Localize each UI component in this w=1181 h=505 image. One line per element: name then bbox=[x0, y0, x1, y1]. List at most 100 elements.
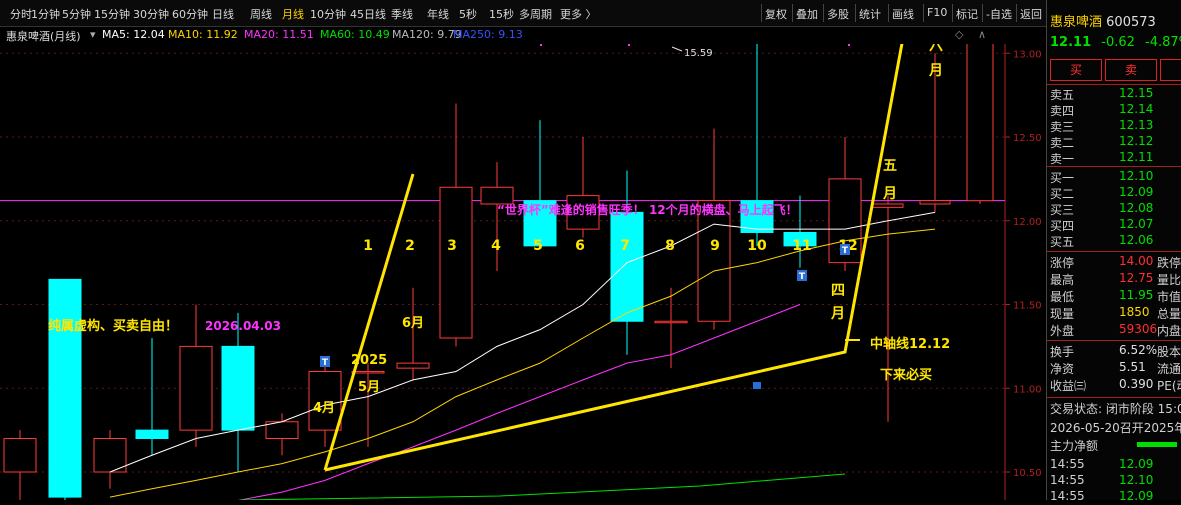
toolbar-divider bbox=[792, 4, 793, 22]
tab-period-11[interactable]: 季线 bbox=[391, 6, 413, 22]
label-wuyue-1: 五 bbox=[883, 158, 897, 174]
tab-period-14[interactable]: 15秒 bbox=[489, 6, 514, 22]
tick-row-1-label: 14:55 bbox=[1050, 473, 1085, 487]
tab-period-15[interactable]: 多周期 bbox=[519, 6, 552, 22]
label-6yue: 6月 bbox=[402, 316, 424, 331]
bid-row-4: 买五 12.06 bbox=[1047, 233, 1181, 249]
t-marker-letter: T bbox=[322, 358, 329, 368]
headline-text: “世界杯”难逢的销售旺季！ 12个月的横盘、马上起飞！ bbox=[497, 202, 798, 217]
tab-period-8[interactable]: 月线 bbox=[282, 6, 304, 22]
ask-row-1-value: 12.14 bbox=[1119, 102, 1154, 116]
tab-period-9[interactable]: 10分钟 bbox=[310, 6, 346, 22]
label-wuyue-2: 月 bbox=[882, 186, 897, 202]
buy-button[interactable]: 买 bbox=[1050, 59, 1102, 81]
toolbar-button-8[interactable]: 返回 bbox=[1020, 6, 1042, 22]
stat-row-2: 最低 11.95 市值 bbox=[1047, 288, 1181, 304]
toolbar-button-2[interactable]: 多股 bbox=[827, 6, 849, 22]
tab-period-7[interactable]: 周线 bbox=[250, 6, 272, 22]
candle-body-8 bbox=[351, 371, 385, 374]
stat2-row-1-label2: 流通 bbox=[1157, 362, 1181, 376]
candle-body-20 bbox=[872, 203, 904, 208]
bid-row-0: 买一 12.10 bbox=[1047, 169, 1181, 185]
label-liuyue-1: 六 bbox=[929, 44, 943, 54]
ask-row-0: 卖五 12.15 bbox=[1047, 86, 1181, 102]
label-5yue: 5月 bbox=[358, 380, 380, 395]
bid-row-3: 买四 12.07 bbox=[1047, 217, 1181, 233]
price-change-pct: -4.87% bbox=[1145, 35, 1181, 50]
price-change: -0.62 bbox=[1101, 35, 1135, 50]
tab-period-13[interactable]: 5秒 bbox=[459, 6, 477, 22]
ask-row-1-label: 卖四 bbox=[1050, 104, 1075, 118]
tab-period-10[interactable]: 45日线 bbox=[350, 6, 386, 22]
stat-row-1: 最高 12.75 量比 bbox=[1047, 271, 1181, 287]
stat2-row-2-label2: PE(动 bbox=[1157, 379, 1181, 393]
more-button[interactable] bbox=[1160, 59, 1181, 81]
toolbar-button-0[interactable]: 复权 bbox=[765, 6, 787, 22]
tick-row-0-value: 12.09 bbox=[1119, 457, 1154, 471]
toolbar-divider bbox=[923, 4, 924, 22]
marker-dot bbox=[540, 44, 542, 46]
toolbar-button-3[interactable]: 统计 bbox=[859, 6, 881, 22]
toolbar-divider bbox=[823, 4, 824, 22]
tab-period-4[interactable]: 30分钟 bbox=[133, 6, 169, 22]
stat-row-2-value: 11.95 bbox=[1119, 288, 1154, 302]
toolbar-button-5[interactable]: F10 bbox=[927, 6, 947, 19]
candle-body-1 bbox=[48, 278, 82, 498]
y-tick-label: 13.00 bbox=[1013, 49, 1042, 60]
toolbar-button-1[interactable]: 叠加 bbox=[796, 6, 818, 22]
toolbar-button-7[interactable]: -自选 bbox=[986, 6, 1012, 22]
trade-status: 交易状态: 闭市阶段 15:0 bbox=[1050, 402, 1181, 416]
label-siyue-1: 四 bbox=[831, 283, 845, 299]
diamond-icon[interactable]: ◇ bbox=[955, 28, 963, 41]
stat-row-0-label: 涨停 bbox=[1050, 256, 1075, 270]
candle-body-11 bbox=[480, 186, 514, 205]
month-number-8: 8 bbox=[665, 238, 675, 254]
divider bbox=[1047, 340, 1181, 341]
month-number-7: 7 bbox=[620, 238, 630, 254]
candle-body-0 bbox=[3, 438, 37, 473]
chart-title: 惠泉啤酒(月线) bbox=[6, 30, 81, 43]
ma-dropdown-icon[interactable]: ▾ bbox=[90, 28, 96, 41]
tab-period-5[interactable]: 60分钟 bbox=[172, 6, 208, 22]
stat-row-3-label: 现量 bbox=[1050, 307, 1075, 321]
bid-row-4-label: 买五 bbox=[1050, 235, 1075, 249]
tab-period-1[interactable]: 1分钟 bbox=[31, 6, 60, 22]
ask-row-3-value: 12.12 bbox=[1119, 134, 1154, 148]
stat-row-2-label: 最低 bbox=[1050, 290, 1075, 304]
tab-period-0[interactable]: 分时 bbox=[10, 6, 32, 22]
ma60-label: MA60: 10.49 bbox=[320, 28, 390, 41]
tab-period-6[interactable]: 日线 bbox=[212, 6, 234, 22]
bid-row-1-value: 12.09 bbox=[1119, 185, 1154, 199]
tick-row-2-label: 14:55 bbox=[1050, 489, 1085, 503]
label-siyue-2: 月 bbox=[830, 306, 845, 322]
trend-line-up-1 bbox=[323, 173, 415, 471]
stat2-row-2-label: 收益㈢ bbox=[1050, 379, 1087, 393]
stat2-row-1: 净资 5.51 流通 bbox=[1047, 360, 1181, 376]
scroll-up-icon[interactable]: ∧ bbox=[978, 28, 986, 41]
main-flow-bar bbox=[1137, 442, 1177, 447]
stat2-row-2: 收益㈢ 0.390PE(动 bbox=[1047, 377, 1181, 393]
month-number-10: 10 bbox=[747, 238, 767, 254]
bid-row-3-label: 买四 bbox=[1050, 219, 1075, 233]
divider bbox=[1047, 397, 1181, 398]
sell-button[interactable]: 卖 bbox=[1105, 59, 1157, 81]
tab-period-12[interactable]: 年线 bbox=[427, 6, 449, 22]
axis-note: 中轴线12.12 bbox=[870, 336, 950, 352]
ask-row-4: 卖一 12.11 bbox=[1047, 150, 1181, 166]
ask-row-2: 卖三 12.13 bbox=[1047, 118, 1181, 134]
tab-period-2[interactable]: 5分钟 bbox=[62, 6, 91, 22]
ask-row-0-label: 卖五 bbox=[1050, 88, 1075, 102]
tab-period-3[interactable]: 15分钟 bbox=[94, 6, 130, 22]
y-tick-label: 12.00 bbox=[1013, 217, 1042, 228]
tick-row-0: 14:55 12.09 bbox=[1047, 457, 1181, 473]
toolbar-divider bbox=[982, 4, 983, 22]
toolbar-divider bbox=[1016, 4, 1017, 22]
bid-row-3-value: 12.07 bbox=[1119, 217, 1154, 231]
tab-period-16[interactable]: 更多 〉 bbox=[560, 6, 597, 22]
tick-row-1-value: 12.10 bbox=[1119, 473, 1154, 487]
label-2025: 2025 bbox=[351, 353, 387, 368]
kline-chart[interactable]: 15.5015.0014.5014.0013.5013.0012.5012.00… bbox=[0, 44, 1046, 500]
notice-text: 2026-05-20召开2025年 bbox=[1050, 421, 1181, 435]
toolbar-button-6[interactable]: 标记 bbox=[956, 6, 978, 22]
toolbar-button-4[interactable]: 画线 bbox=[892, 6, 914, 22]
